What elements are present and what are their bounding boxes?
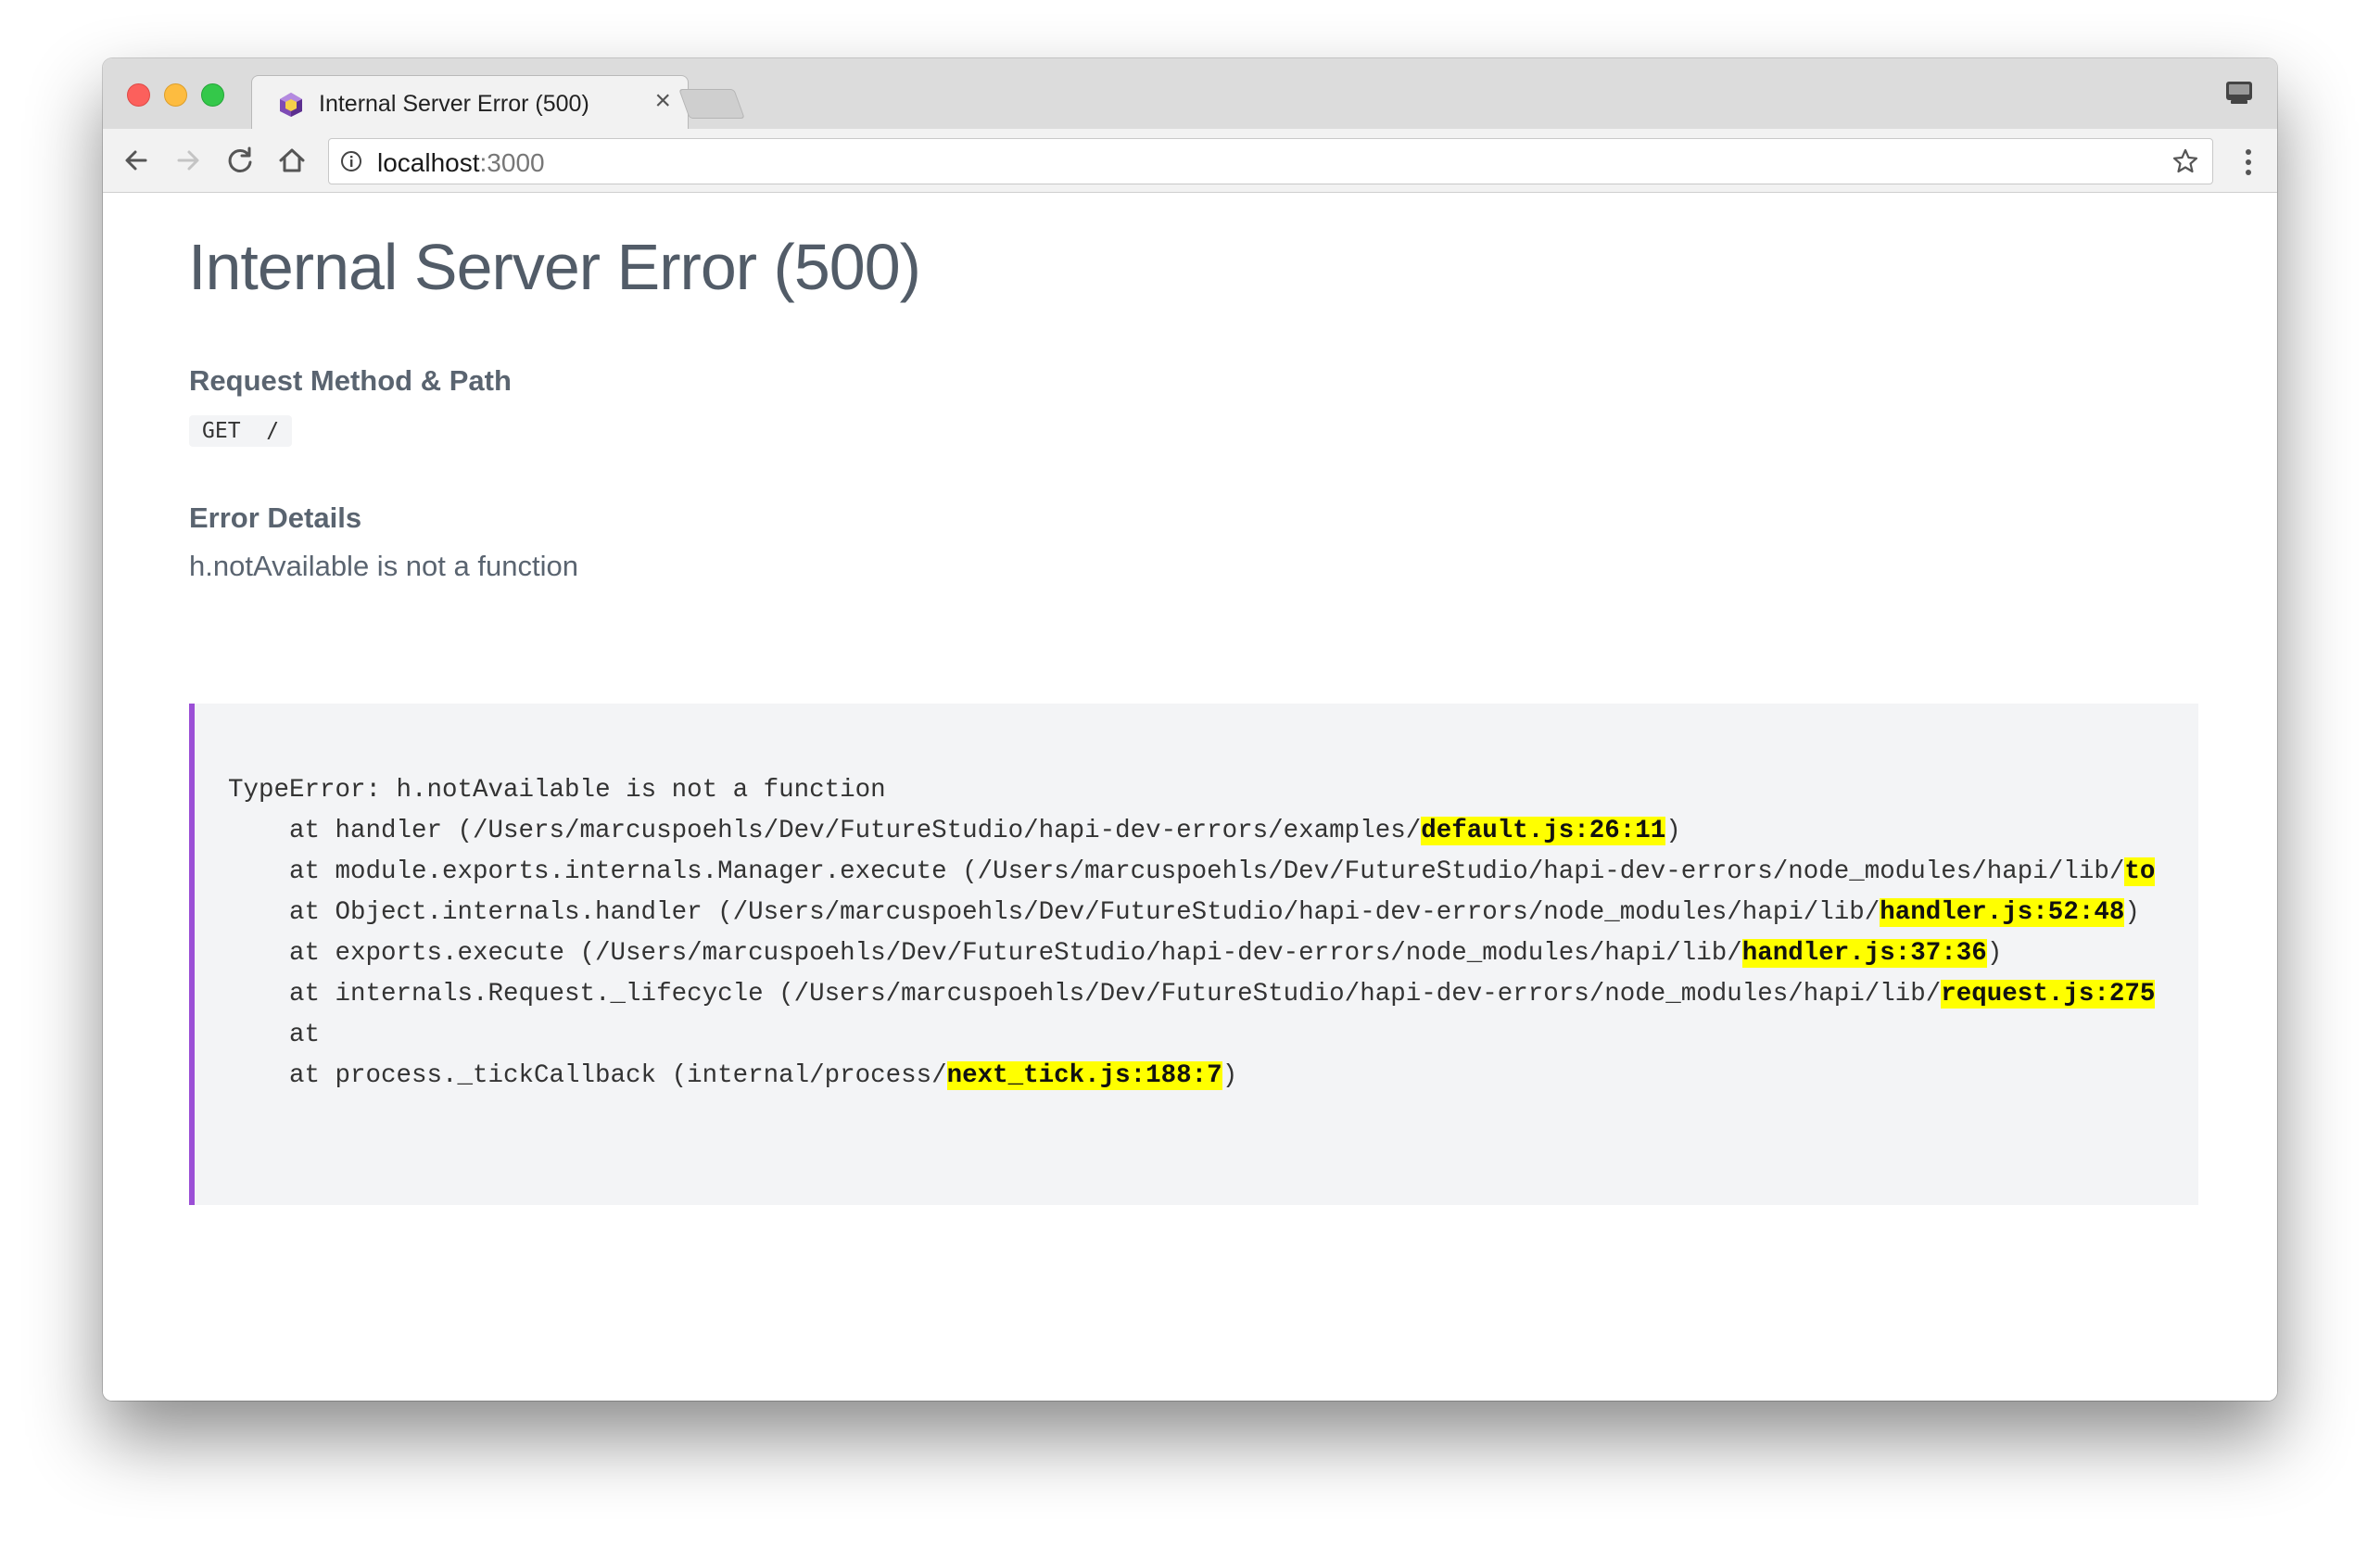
stack-line-text: at Object.internals.handler (/Users/marc…: [289, 898, 1880, 927]
stack-line-suffix: ): [1665, 817, 1681, 845]
reload-icon[interactable]: [222, 142, 259, 179]
stack-file-highlight: default.js:26:11: [1421, 817, 1666, 845]
stack-line: at process._tickCallback (internal/proce…: [228, 1056, 2155, 1097]
method-path-code: GET /: [189, 415, 293, 447]
stack-line-suffix: ): [2124, 898, 2140, 927]
url-host: localhost: [377, 148, 480, 177]
address-bar[interactable]: localhost:3000: [328, 138, 2213, 184]
tab-close-icon[interactable]: ×: [654, 85, 671, 116]
error-message: h.notAvailable is not a function: [189, 550, 578, 582]
stack-line-text: at handler (/Users/marcuspoehls/Dev/Futu…: [289, 817, 1422, 845]
stack-line-text: at: [289, 1021, 321, 1049]
stack-line-suffix: ): [1222, 1061, 1238, 1090]
new-tab-button[interactable]: [678, 89, 745, 119]
forward-arrow-icon[interactable]: [170, 142, 207, 179]
stack-file-highlight: handler.js:52:48: [1880, 898, 2125, 927]
tab-strip: Internal Server Error (500) ×: [103, 58, 2277, 130]
stack-line-text: at internals.Request._lifecycle (/Users/…: [289, 980, 1942, 1009]
stack-line-suffix: ): [1986, 939, 2003, 968]
stack-file-highlight: handler.js:37:36: [1741, 939, 1987, 968]
tab-title: Internal Server Error (500): [319, 91, 589, 117]
stack-line-text: TypeError: h.notAvailable is not a funct…: [228, 776, 886, 805]
bookmark-star-icon[interactable]: [2171, 147, 2199, 175]
kebab-menu-icon[interactable]: [2244, 147, 2253, 177]
back-arrow-icon[interactable]: [118, 142, 155, 179]
page-content: Internal Server Error (500) Request Meth…: [103, 193, 2277, 1401]
url-text: localhost:3000: [377, 148, 545, 178]
stack-line: at handler (/Users/marcuspoehls/Dev/Futu…: [228, 811, 2155, 852]
url-port: :3000: [479, 148, 545, 177]
request-heading: Request Method & Path: [189, 364, 512, 397]
active-tab[interactable]: Internal Server Error (500) ×: [251, 75, 689, 130]
close-window-button[interactable]: [127, 83, 150, 107]
stack-line: at internals.Request._lifecycle (/Users/…: [228, 974, 2156, 1015]
browser-toolbar: localhost:3000: [103, 129, 2277, 193]
home-icon[interactable]: [273, 142, 310, 179]
stack-trace: TypeError: h.notAvailable is not a funct…: [228, 770, 2156, 1097]
minimize-window-button[interactable]: [164, 83, 187, 107]
maximize-window-button[interactable]: [201, 83, 224, 107]
stack-line: TypeError: h.notAvailable is not a funct…: [228, 770, 2155, 811]
hapi-favicon-icon: [280, 93, 302, 117]
stack-file-highlight: next_tick.js:188:7: [946, 1061, 1222, 1090]
page-title: Internal Server Error (500): [188, 231, 921, 303]
stack-file-highlight: to: [2124, 857, 2156, 886]
stack-line: at: [228, 1015, 2155, 1056]
error-details-heading: Error Details: [189, 501, 362, 534]
stack-line-text: at module.exports.internals.Manager.exec…: [289, 857, 2125, 886]
browser-window: Internal Server Error (500) × localhost:…: [103, 58, 2277, 1401]
stack-line: at Object.internals.handler (/Users/marc…: [228, 893, 2155, 933]
stack-trace-box: TypeError: h.notAvailable is not a funct…: [189, 704, 2198, 1205]
stack-file-highlight: request.js:275: [1941, 980, 2156, 1009]
stack-line-text: at exports.execute (/Users/marcuspoehls/…: [289, 939, 1742, 968]
stack-line: at exports.execute (/Users/marcuspoehls/…: [228, 933, 2155, 974]
stack-line-text: at process._tickCallback (internal/proce…: [289, 1061, 947, 1090]
info-icon[interactable]: [340, 150, 362, 172]
profile-icon[interactable]: [2225, 81, 2253, 105]
stack-line: at module.exports.internals.Manager.exec…: [228, 852, 2156, 893]
